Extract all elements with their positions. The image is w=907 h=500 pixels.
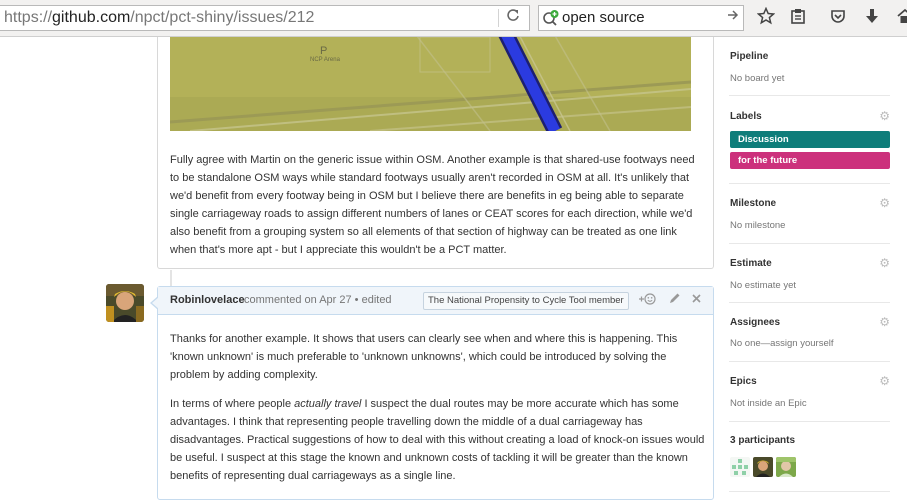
parking-label: P	[320, 45, 328, 57]
sidebar-milestone: Milestone ⚙ No milestone	[729, 184, 890, 244]
gear-icon[interactable]: ⚙	[879, 109, 890, 123]
sidebar-title: Pipeline	[730, 51, 769, 62]
sidebar-title[interactable]: Epics	[730, 376, 757, 387]
comment-box: P NCP Arena Fully agree with Martin on t…	[157, 37, 714, 269]
sidebar-title: 3 participants	[730, 435, 796, 446]
issue-page: P NCP Arena Fully agree with Martin on t…	[0, 37, 907, 500]
browser-toolbar: https://github.com/npct/pct-shiny/issues…	[0, 0, 907, 37]
comment-box: Robinlovelace commented on Apr 27 • edit…	[150, 286, 714, 500]
sidebar-value: Not inside an Epic	[730, 398, 807, 409]
sidebar-title[interactable]: Milestone	[730, 198, 776, 209]
comment-header: Robinlovelace commented on Apr 27 • edit…	[158, 287, 713, 315]
comment-author[interactable]: Robinlovelace	[170, 294, 245, 306]
member-badge: The National Propensity to Cycle Tool me…	[423, 292, 629, 310]
sidebar-value[interactable]: No one—assign yourself	[730, 338, 834, 349]
add-reaction-icon[interactable]	[638, 292, 656, 309]
avatar[interactable]	[106, 284, 144, 322]
comment-paragraph: Thanks for another example. It shows tha…	[170, 333, 678, 381]
participant-avatar[interactable]	[753, 457, 773, 477]
url-path: /npct/pct-shiny/issues/212	[130, 9, 315, 26]
emphasis-text: actually travel	[294, 398, 362, 410]
comment-meta[interactable]: commented on Apr 27 • edited	[244, 294, 392, 306]
pocket-icon[interactable]	[826, 7, 850, 29]
gear-icon[interactable]: ⚙	[879, 374, 890, 388]
label-discussion[interactable]: Discussion	[730, 131, 890, 148]
participant-avatar[interactable]	[730, 457, 750, 477]
gear-icon[interactable]: ⚙	[879, 315, 890, 329]
delete-close-icon[interactable]	[691, 292, 702, 307]
download-icon[interactable]	[860, 7, 884, 29]
sidebar-title[interactable]: Labels	[730, 111, 762, 122]
search-bar[interactable]: open source	[538, 5, 744, 31]
gear-icon[interactable]: ⚙	[879, 196, 890, 210]
star-icon[interactable]	[754, 6, 778, 29]
reading-list-icon[interactable]	[786, 7, 810, 29]
home-icon[interactable]	[893, 7, 907, 29]
label-for-the-future[interactable]: for the future	[730, 152, 890, 169]
gear-icon[interactable]: ⚙	[879, 256, 890, 270]
sidebar-title[interactable]: Estimate	[730, 258, 772, 269]
edit-pencil-icon[interactable]	[668, 292, 681, 308]
sidebar-value: No board yet	[730, 73, 785, 84]
sidebar-value: No estimate yet	[730, 280, 796, 291]
parking-sublabel: NCP Arena	[310, 57, 340, 63]
sidebar-value: No milestone	[730, 220, 786, 231]
sidebar-epics: Epics ⚙ Not inside an Epic	[729, 362, 890, 422]
url-text[interactable]: https://github.com/npct/pct-shiny/issues…	[4, 9, 314, 27]
url-bar[interactable]: https://github.com/npct/pct-shiny/issues…	[0, 5, 530, 31]
sidebar-assignees: Assignees ⚙ No one—assign yourself	[729, 303, 890, 362]
paragraph-text: In terms of where people	[170, 398, 295, 410]
search-engine-icon[interactable]	[542, 9, 560, 27]
search-input[interactable]: open source	[562, 9, 645, 26]
url-prefix: https://	[4, 9, 53, 26]
sidebar-title[interactable]: Assignees	[730, 317, 780, 328]
sidebar-pipeline: Pipeline No board yet	[729, 37, 890, 96]
map-screenshot: P NCP Arena	[170, 37, 691, 131]
go-arrow-icon[interactable]	[727, 8, 739, 26]
reload-icon[interactable]	[503, 8, 523, 28]
sidebar-estimate: Estimate ⚙ No estimate yet	[729, 244, 890, 303]
comment-body: Fully agree with Martin on the generic i…	[170, 154, 695, 256]
issue-sidebar: Pipeline No board yet Labels ⚙ Discussio…	[729, 37, 907, 500]
participant-avatar[interactable]	[776, 457, 796, 477]
url-separator	[498, 9, 499, 27]
paragraph-text: I suspect the dual routes may be more ac…	[170, 398, 705, 482]
url-host: github.com	[52, 9, 131, 26]
comment-paragraph: In terms of where people actually travel…	[170, 395, 705, 485]
sidebar-labels: Labels ⚙ Discussion for the future	[729, 96, 890, 184]
